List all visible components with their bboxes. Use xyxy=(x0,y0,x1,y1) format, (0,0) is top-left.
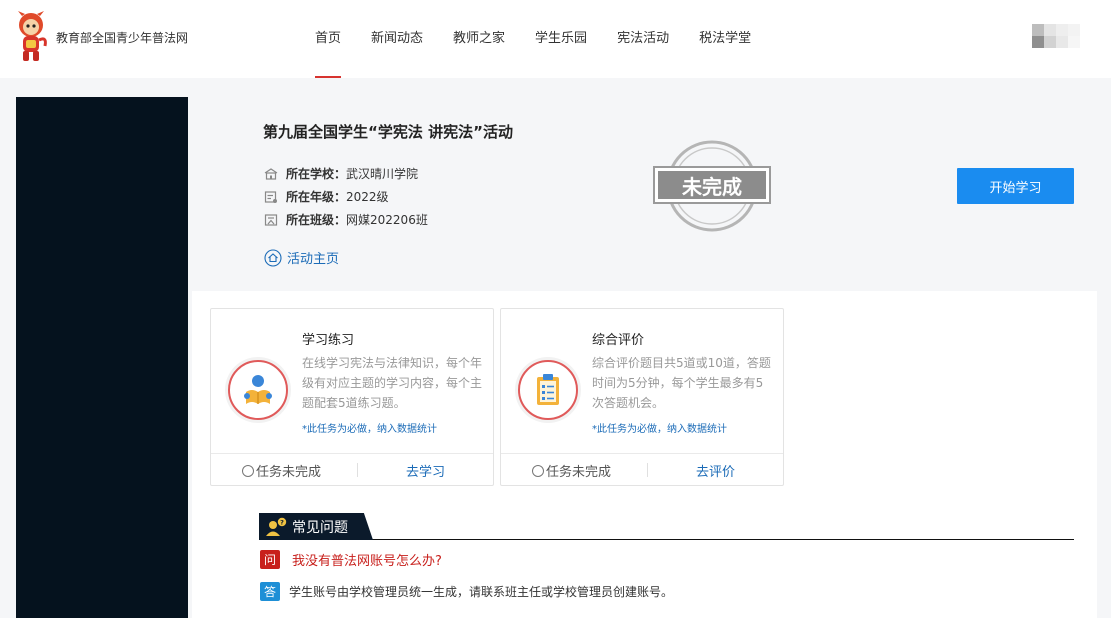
school-row: 所在学校： 武汉晴川学院 xyxy=(264,165,418,182)
card-title: 综合评价 xyxy=(592,333,645,348)
card-note: *此任务为必做，纳入数据统计 xyxy=(592,424,727,435)
class-row: 所在班级： 网媒202206班 xyxy=(264,211,428,228)
grade-value: 2022级 xyxy=(346,190,389,204)
card-description: 在线学习宪法与法律知识，每个年级有对应主题的学习内容，每个主题配套5道练习题。 xyxy=(302,356,483,410)
home-link-label: 活动主页 xyxy=(287,252,340,267)
faq-question[interactable]: 我没有普法网账号怎么办? xyxy=(292,550,442,569)
task-status: 任务未完成 xyxy=(211,461,357,480)
mascot-logo[interactable] xyxy=(14,10,48,64)
go-evaluate-link[interactable]: 去评价 xyxy=(648,461,783,480)
svg-text:?: ? xyxy=(280,519,284,527)
top-header: 教育部全国青少年普法网 首页 新闻动态 教师之家 学生乐园 宪法活动 税法学堂 xyxy=(0,0,1111,78)
task-status-label: 任务未完成 xyxy=(256,464,322,480)
user-avatar[interactable] xyxy=(1032,24,1080,48)
user-question-icon: ? xyxy=(266,517,287,536)
stamp-text: 未完成 xyxy=(682,175,742,199)
task-status-label: 任务未完成 xyxy=(546,464,612,480)
grade-label: 所在年级： xyxy=(286,190,347,204)
card-footer: 任务未完成 去评价 xyxy=(501,453,783,486)
status-radio-icon xyxy=(242,465,254,477)
nav-home[interactable]: 首页 xyxy=(300,0,356,78)
incomplete-stamp: 未完成 xyxy=(653,140,771,232)
nav-teachers[interactable]: 教师之家 xyxy=(438,0,520,78)
nav-news[interactable]: 新闻动态 xyxy=(356,0,438,78)
school-label: 所在学校： xyxy=(286,167,347,181)
activity-home-link[interactable]: 活动主页 xyxy=(264,248,339,267)
school-value: 武汉晴川学院 xyxy=(346,167,419,181)
task-status: 任务未完成 xyxy=(501,461,647,480)
grade-icon xyxy=(264,190,277,203)
home-icon xyxy=(264,248,282,267)
nav-students[interactable]: 学生乐园 xyxy=(520,0,602,78)
start-study-button[interactable]: 开始学习 xyxy=(957,168,1074,204)
activity-banner-image xyxy=(16,97,188,618)
book-reader-icon xyxy=(225,357,291,423)
faq-title: 常见问题 xyxy=(292,520,348,536)
faq-question-row[interactable]: 问 我没有普法网账号怎么办? xyxy=(260,550,442,569)
nav-tax[interactable]: 税法学堂 xyxy=(684,0,766,78)
main-nav: 首页 新闻动态 教师之家 学生乐园 宪法活动 税法学堂 xyxy=(300,0,766,78)
school-icon xyxy=(264,167,278,180)
go-study-link[interactable]: 去学习 xyxy=(358,461,493,480)
class-value: 网媒202206班 xyxy=(346,213,428,227)
nav-constitution[interactable]: 宪法活动 xyxy=(602,0,684,78)
card-footer: 任务未完成 去学习 xyxy=(211,453,493,486)
faq-tab: ? 常见问题 xyxy=(259,513,373,540)
grade-row: 所在年级： 2022级 xyxy=(264,188,389,205)
site-name: 教育部全国青少年普法网 xyxy=(56,31,189,45)
task-card-practice: 学习练习 在线学习宪法与法律知识，每个年级有对应主题的学习内容，每个主题配套5道… xyxy=(210,308,494,486)
question-badge: 问 xyxy=(260,550,280,569)
class-icon xyxy=(264,213,278,226)
class-label: 所在班级： xyxy=(286,213,347,227)
faq-answer: 学生账号由学校管理员统一生成，请联系班主任或学校管理员创建账号。 xyxy=(289,585,674,599)
faq-answer-row: 答 学生账号由学校管理员统一生成，请联系班主任或学校管理员创建账号。 xyxy=(260,582,673,601)
activity-title: 第九届全国学生“学宪法 讲宪法”活动 xyxy=(263,123,513,141)
answer-badge: 答 xyxy=(260,582,280,601)
status-radio-icon xyxy=(532,465,544,477)
card-note: *此任务为必做，纳入数据统计 xyxy=(302,424,437,435)
clipboard-icon xyxy=(515,357,581,423)
task-card-evaluation: 综合评价 综合评价题目共5道或10道，答题时间为5分钟，每个学生最多有5次答题机… xyxy=(500,308,784,486)
card-title: 学习练习 xyxy=(302,333,355,348)
card-description: 综合评价题目共5道或10道，答题时间为5分钟，每个学生最多有5次答题机会。 xyxy=(592,356,771,410)
faq-header: ? 常见问题 xyxy=(259,513,1074,540)
